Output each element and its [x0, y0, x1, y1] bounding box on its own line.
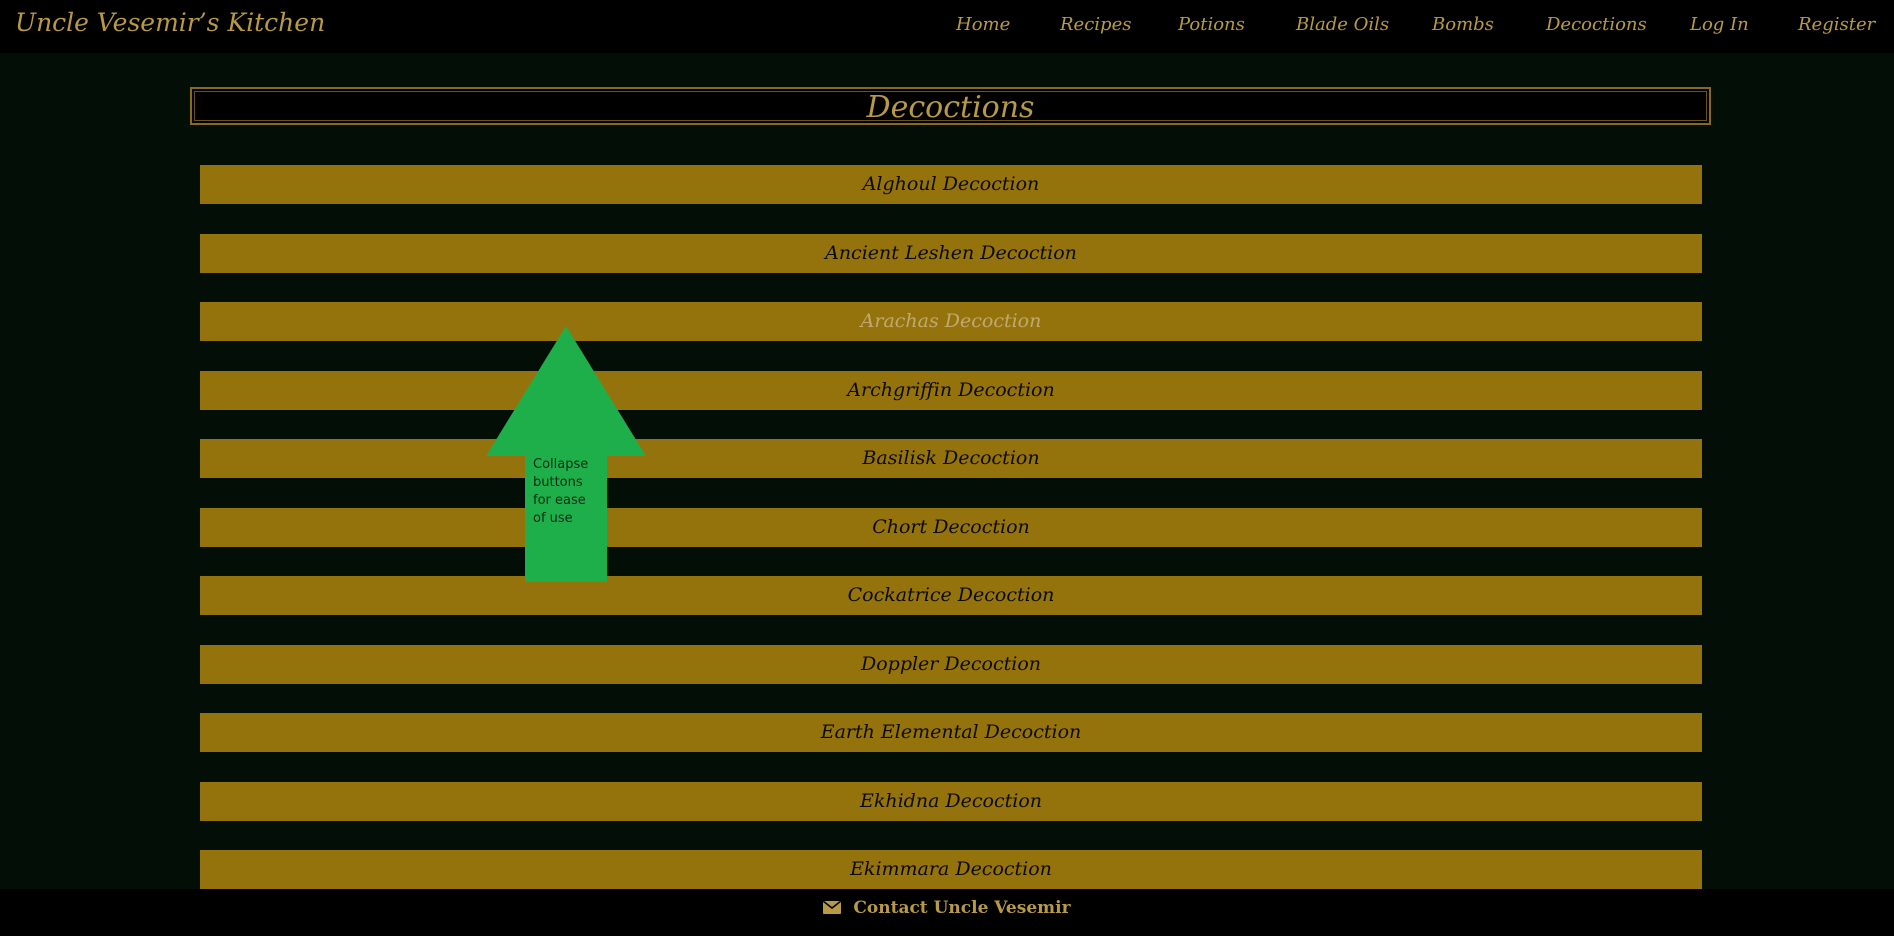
nav-bombs[interactable]: Bombs: [1432, 14, 1494, 35]
decoction-collapse-button[interactable]: Ancient Leshen Decoction: [200, 234, 1702, 273]
decoction-label: Ekhidna Decoction: [859, 790, 1043, 812]
decoction-label: Basilisk Decoction: [862, 447, 1040, 469]
decoction-label: Cockatrice Decoction: [847, 584, 1055, 606]
decoction-collapse-button[interactable]: Chort Decoction: [200, 508, 1702, 547]
decoction-collapse-button[interactable]: Archgriffin Decoction: [200, 371, 1702, 410]
page-title: Decoctions: [866, 90, 1035, 125]
top-navbar: Uncle Vesemir’s Kitchen Home Recipes Pot…: [0, 0, 1894, 53]
decoction-label: Ekimmara Decoction: [850, 858, 1052, 880]
decoction-collapse-button[interactable]: Ekhidna Decoction: [200, 782, 1702, 821]
decoction-collapse-button[interactable]: Cockatrice Decoction: [200, 576, 1702, 615]
decoction-collapse-button[interactable]: Alghoul Decoction: [200, 165, 1702, 204]
decoction-collapse-button[interactable]: Basilisk Decoction: [200, 439, 1702, 478]
contact-label: Contact Uncle Vesemir: [853, 898, 1071, 918]
footer: Contact Uncle Vesemir: [0, 889, 1894, 936]
nav-register[interactable]: Register: [1798, 14, 1875, 35]
decoction-collapse-button[interactable]: Earth Elemental Decoction: [200, 713, 1702, 752]
nav-potions[interactable]: Potions: [1178, 14, 1245, 35]
page-title-panel: Decoctions: [190, 87, 1711, 125]
decoction-label: Archgriffin Decoction: [847, 379, 1055, 401]
decoction-collapse-button[interactable]: Doppler Decoction: [200, 645, 1702, 684]
decoction-collapse-button[interactable]: Arachas Decoction: [200, 302, 1702, 341]
decoction-collapse-button[interactable]: Ekimmara Decoction: [200, 850, 1702, 889]
nav-recipes[interactable]: Recipes: [1060, 14, 1131, 35]
decoction-label: Arachas Decoction: [860, 310, 1042, 332]
decoction-label: Doppler Decoction: [860, 653, 1042, 675]
nav-log-in[interactable]: Log In: [1690, 14, 1749, 35]
decoction-label: Chort Decoction: [872, 516, 1030, 538]
nav-decoctions[interactable]: Decoctions: [1546, 14, 1647, 35]
decoction-label: Earth Elemental Decoction: [820, 721, 1082, 743]
nav-home[interactable]: Home: [956, 14, 1010, 35]
decoction-label: Alghoul Decoction: [862, 173, 1040, 195]
envelope-icon: [822, 890, 842, 914]
nav-links: Home Recipes Potions Blade Oils Bombs De…: [0, 14, 1894, 40]
contact-link[interactable]: Contact Uncle Vesemir: [0, 889, 1894, 936]
decoction-label: Ancient Leshen Decoction: [825, 242, 1077, 264]
nav-blade-oils[interactable]: Blade Oils: [1296, 14, 1389, 35]
